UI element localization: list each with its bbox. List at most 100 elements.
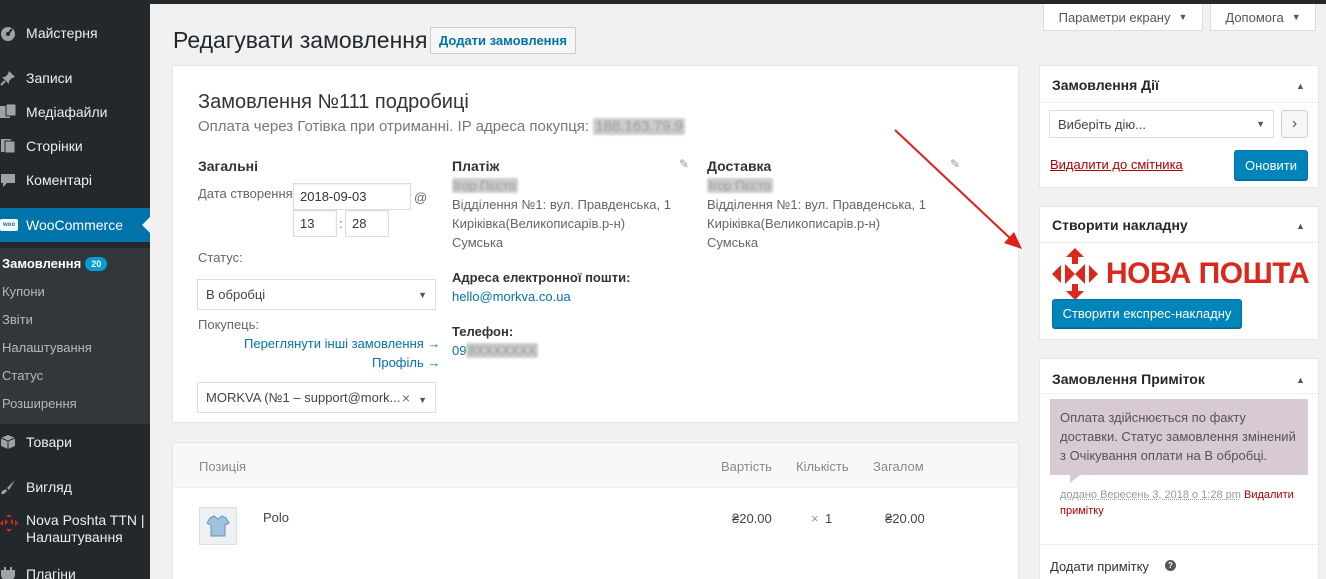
submenu-orders-label: Замовлення xyxy=(2,256,81,271)
customer-label: Покупець: xyxy=(198,317,259,332)
edit-shipping-pencil-icon[interactable]: ✎ xyxy=(950,157,960,171)
screen-options-label: Параметри екрану xyxy=(1059,10,1171,25)
customer-profile-link[interactable]: Профіль → xyxy=(372,353,440,372)
collapse-toggle-icon[interactable]: ▲ xyxy=(1296,81,1305,91)
status-select[interactable]: В обробці ▼ xyxy=(197,279,436,310)
add-note-label: Додати примітку xyxy=(1050,557,1149,576)
help-label: Допомога xyxy=(1225,10,1283,25)
orders-count-badge: 20 xyxy=(85,257,107,271)
billing-email-link[interactable]: hello@morkva.co.ua xyxy=(452,287,571,306)
submenu-coupons[interactable]: Купони xyxy=(2,284,45,299)
submenu-reports[interactable]: Звіти xyxy=(2,312,33,327)
general-heading: Загальні xyxy=(198,158,258,174)
menu-pages[interactable]: Сторінки xyxy=(0,133,150,159)
menu-comments-label: Коментарі xyxy=(26,172,92,188)
submenu-status[interactable]: Статус xyxy=(2,368,43,383)
submenu-orders[interactable]: Замовлення 20 xyxy=(2,256,107,271)
add-order-button[interactable]: Додати замовлення xyxy=(430,27,576,54)
shipping-heading: Доставка xyxy=(707,158,771,174)
col-total-header: Загалом xyxy=(873,459,924,474)
products-box-icon xyxy=(0,434,26,450)
shipping-name: Ігор Пєсто xyxy=(707,176,773,195)
billing-name: Ігор Пєсто xyxy=(452,176,518,195)
help-tip-icon[interactable]: ? xyxy=(1165,560,1176,571)
screen-options-caret-icon: ▼ xyxy=(1178,12,1187,22)
plugin-icon xyxy=(0,566,26,579)
nova-poshta-icon xyxy=(0,510,26,532)
media-icon xyxy=(0,104,26,120)
help-button[interactable]: Допомога ▼ xyxy=(1210,4,1316,31)
collapse-toggle-icon[interactable]: ▲ xyxy=(1296,375,1305,385)
order-payment-info: Оплата через Готівка при отриманні. IP а… xyxy=(198,118,685,135)
shipping-address-line3: Сумська xyxy=(707,233,758,252)
status-label: Статус: xyxy=(198,250,243,265)
apply-action-button[interactable]: › xyxy=(1281,110,1308,138)
shipping-address-line2: Киріківка(Великописарів.р-н) xyxy=(707,214,880,233)
billing-address-line3: Сумська xyxy=(452,233,503,252)
date-created-input[interactable]: 2018-09-03 xyxy=(293,183,411,210)
woocommerce-submenu: Замовлення 20 Купони Звіти Налаштування С… xyxy=(0,248,150,424)
product-name-link[interactable]: Polo xyxy=(263,510,289,525)
col-qty-header: Кількість xyxy=(796,459,849,474)
submenu-settings[interactable]: Налаштування xyxy=(2,340,92,355)
billing-phone-link[interactable]: 09 8XXXXXXX xyxy=(452,341,538,360)
submenu-extensions[interactable]: Розширення xyxy=(2,396,77,411)
menu-comments[interactable]: Коментарі xyxy=(0,167,150,193)
date-created-label: Дата створення: xyxy=(198,186,296,201)
menu-products[interactable]: Товари xyxy=(0,429,150,455)
menu-dashboard[interactable]: Майстерня xyxy=(0,20,150,46)
clear-customer-icon[interactable]: × xyxy=(402,390,410,406)
status-select-value: В обробці xyxy=(206,287,265,302)
dashboard-icon xyxy=(0,25,26,41)
screen-options-button[interactable]: Параметри екрану ▼ xyxy=(1043,4,1203,31)
divider xyxy=(1040,242,1318,243)
order-action-select[interactable]: Виберіть дію... ▼ xyxy=(1049,110,1274,138)
product-total: ₴20.00 xyxy=(885,511,925,526)
menu-nova-poshta-label-line2: Налаштування xyxy=(26,529,123,545)
menu-products-label: Товари xyxy=(26,434,72,450)
divider xyxy=(1040,393,1318,394)
hour-input[interactable]: 13 xyxy=(293,210,337,237)
divider xyxy=(1040,544,1318,545)
move-to-trash-link[interactable]: Видалити до смітника xyxy=(1050,157,1183,172)
menu-plugins[interactable]: Плагіни xyxy=(0,561,150,579)
order-note-meta: додано Вересень 3, 2018 о 1:28 pm Видали… xyxy=(1060,487,1310,519)
menu-media[interactable]: Медіафайли xyxy=(0,99,150,125)
nova-poshta-logo: НОВА ПОШТА xyxy=(1052,248,1309,300)
date-at-sign: @ xyxy=(414,190,427,205)
minute-input[interactable]: 28 xyxy=(345,210,389,237)
menu-posts-label: Записи xyxy=(26,70,72,86)
menu-nova-poshta-label-line1: Nova Poshta TTN | xyxy=(26,512,145,528)
menu-nova-poshta-ttn[interactable]: Nova Poshta TTN | Налаштування xyxy=(0,510,150,550)
woocommerce-icon: woo xyxy=(0,219,26,231)
menu-plugins-label: Плагіни xyxy=(26,566,76,579)
nova-poshta-logo-text: НОВА ПОШТА xyxy=(1106,257,1309,291)
comment-icon xyxy=(0,172,26,188)
pages-icon xyxy=(0,138,26,154)
help-caret-icon: ▼ xyxy=(1292,12,1301,22)
create-waybill-title: Створити накладну xyxy=(1052,217,1188,233)
menu-appearance[interactable]: Вигляд xyxy=(0,474,150,500)
product-qty: 1 xyxy=(825,511,832,526)
billing-name-value: Ігор Пєсто xyxy=(452,178,518,193)
page-title: Редагувати замовлення xyxy=(173,27,427,54)
menu-dashboard-label: Майстерня xyxy=(26,25,98,41)
menu-woocommerce[interactable]: woo WooCommerce xyxy=(0,208,150,242)
view-other-orders-link[interactable]: Переглянути інші замовлення → xyxy=(244,334,440,353)
update-button[interactable]: Оновити xyxy=(1234,150,1308,180)
create-express-waybill-button[interactable]: Створити експрес-накладну xyxy=(1052,299,1242,328)
shipping-name-value: Ігор Пєсто xyxy=(707,178,773,193)
collapse-toggle-icon[interactable]: ▲ xyxy=(1296,221,1305,231)
phone-label: Телефон: xyxy=(452,322,513,341)
order-actions-title: Замовлення Дії xyxy=(1052,77,1159,93)
menu-posts[interactable]: Записи xyxy=(0,65,150,91)
pushpin-icon xyxy=(0,70,26,86)
edit-billing-pencil-icon[interactable]: ✎ xyxy=(679,157,689,171)
customer-select[interactable]: MORKVA (№1 – support@mork... × ▼ xyxy=(197,382,436,413)
order-note: Оплата здійснюється по факту доставки. С… xyxy=(1050,399,1308,475)
order-heading: Замовлення №111 подробиці xyxy=(198,91,469,114)
menu-woocommerce-label: WooCommerce xyxy=(26,217,123,233)
billing-heading: Платіж xyxy=(452,158,499,174)
order-payment-text: Оплата через Готівка при отриманні. IP а… xyxy=(198,118,589,135)
customer-select-controls: × ▼ xyxy=(402,390,427,406)
